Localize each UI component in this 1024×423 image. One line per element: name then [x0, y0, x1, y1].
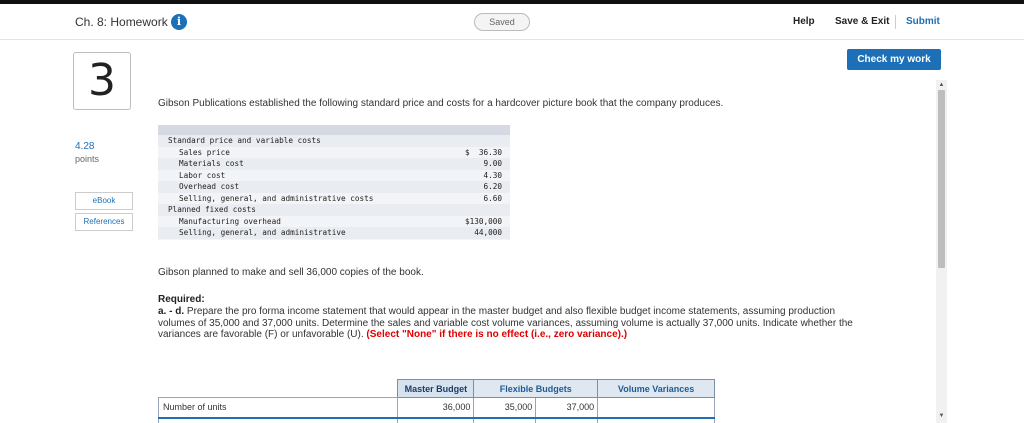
cost-row-value: 4.30 — [483, 170, 502, 180]
cost-row-label: Overhead cost — [179, 182, 240, 191]
header-divider — [895, 15, 896, 29]
answer-table-header-row: Master Budget Flexible Budgets Volume Va… — [158, 379, 715, 398]
cost-row-value: 44,000 — [474, 228, 502, 237]
master-units-cell: 36,000 — [397, 397, 475, 418]
cost-row-value: $130,000 — [464, 216, 502, 226]
cost-row-value: 6.20 — [483, 182, 502, 191]
assignment-title: Ch. 8: Homework — [75, 15, 168, 29]
points-value: 4.28 — [75, 141, 95, 152]
partial-cell[interactable] — [157, 416, 399, 423]
cost-row-label: Selling, general, and administrative — [179, 228, 346, 237]
cost-rows: Standard price and variable costs Sales … — [158, 135, 510, 239]
standard-cost-table: Standard price and variable costs Sales … — [158, 125, 510, 240]
cost-row-value: 6.60 — [483, 193, 502, 203]
scroll-up-arrow-icon[interactable]: ▲ — [936, 80, 947, 90]
cost-table-header — [158, 125, 510, 135]
cost-row-label: Sales price — [179, 147, 230, 157]
partial-cell[interactable] — [535, 416, 599, 423]
required-label: Required: — [158, 294, 205, 305]
cost-row-label: Planned fixed costs — [168, 205, 256, 214]
cost-row: Materials cost 9.00 — [158, 158, 510, 170]
cost-row: Sales price $ 36.30 — [158, 147, 510, 159]
cost-row: Selling, general, and administrative 44,… — [158, 227, 510, 239]
table-row-partial — [157, 416, 715, 423]
cost-row-label: Materials cost — [179, 159, 244, 168]
cost-row-label: Labor cost — [179, 170, 226, 180]
scroll-thumb[interactable] — [938, 90, 945, 268]
flex2-units-cell: 37,000 — [535, 397, 599, 418]
cost-row-label: Manufacturing overhead — [179, 216, 281, 226]
table-row: Number of units 36,000 35,000 37,000 — [157, 397, 715, 418]
cost-row-value: $ 36.30 — [464, 147, 502, 157]
scroll-down-arrow-icon[interactable]: ▼ — [936, 411, 947, 421]
check-my-work-button[interactable]: Check my work — [847, 49, 941, 70]
saved-status-badge: Saved — [474, 13, 530, 31]
header-blank-cell — [158, 379, 398, 398]
partial-cell[interactable] — [397, 416, 475, 423]
question-number: 3 — [73, 52, 131, 110]
master-budget-header: Master Budget — [397, 379, 475, 398]
cost-row: Overhead cost 6.20 — [158, 181, 510, 193]
cost-row-label: Selling, general, and administrative cos… — [179, 193, 374, 203]
cost-row: Standard price and variable costs — [158, 135, 510, 147]
vertical-scrollbar[interactable]: ▲ ▼ — [936, 80, 947, 423]
cost-row: Selling, general, and administrative cos… — [158, 193, 510, 205]
units-row-label: Number of units — [157, 397, 399, 418]
answer-table: Master Budget Flexible Budgets Volume Va… — [157, 379, 715, 423]
required-warning: (Select "None" if there is no effect (i.… — [366, 329, 628, 341]
points-label: points — [75, 154, 100, 164]
ebook-button[interactable]: eBook — [75, 192, 133, 210]
header-bar: Ch. 8: Homework i Saved Help Save & Exit… — [0, 4, 1024, 40]
flex1-units-cell: 35,000 — [473, 397, 537, 418]
volume-variances-header: Volume Variances — [597, 379, 715, 398]
submit-link[interactable]: Submit — [906, 16, 940, 27]
help-link[interactable]: Help — [793, 16, 815, 27]
partial-cell[interactable] — [597, 416, 715, 423]
cost-row-value: 9.00 — [483, 159, 502, 168]
planned-production-text: Gibson planned to make and sell 36,000 c… — [158, 267, 424, 278]
references-button[interactable]: References — [75, 213, 133, 231]
info-icon[interactable]: i — [171, 14, 187, 30]
variance-units-cell — [597, 397, 715, 418]
cost-row: Manufacturing overhead $130,000 — [158, 216, 510, 228]
flexible-budgets-header: Flexible Budgets — [473, 379, 599, 398]
required-instructions: a. - d. Prepare the pro forma income sta… — [158, 306, 858, 341]
cost-row: Planned fixed costs — [158, 204, 510, 216]
partial-cell[interactable] — [473, 416, 537, 423]
cost-row: Labor cost 4.30 — [158, 170, 510, 182]
question-intro: Gibson Publications established the foll… — [158, 98, 724, 109]
required-part-label: a. - d. — [158, 306, 185, 317]
cost-row-label: Standard price and variable costs — [168, 136, 321, 145]
save-exit-link[interactable]: Save & Exit — [835, 16, 889, 27]
